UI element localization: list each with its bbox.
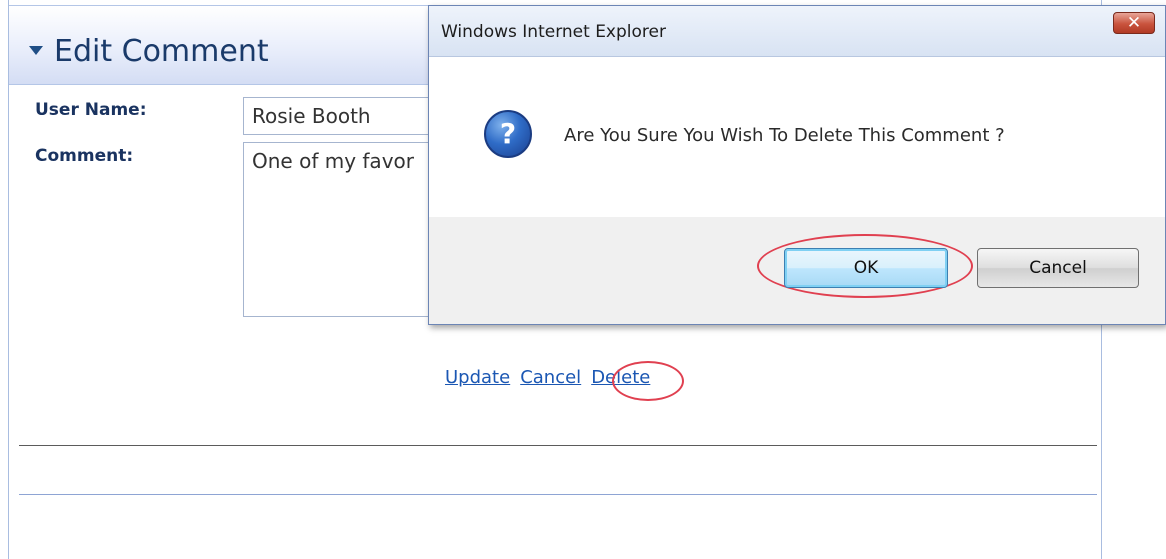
confirm-delete-dialog: Windows Internet Explorer ✕ ? Are You Su… [428, 5, 1166, 325]
delete-highlight-ring [612, 361, 684, 401]
cancel-link[interactable]: Cancel [520, 367, 581, 388]
question-icon: ? [484, 110, 532, 158]
cancel-button[interactable]: Cancel [977, 248, 1139, 288]
username-input[interactable]: Rosie Booth [243, 97, 443, 135]
collapse-caret-icon[interactable] [29, 46, 43, 55]
dialog-titlebar[interactable]: Windows Internet Explorer ✕ [429, 6, 1165, 57]
ok-button[interactable]: OK [784, 248, 948, 288]
divider-line [19, 445, 1097, 446]
dialog-body: ? Are You Sure You Wish To Delete This C… [429, 57, 1165, 217]
dialog-title: Windows Internet Explorer [441, 22, 666, 42]
comment-label: Comment: [35, 146, 134, 166]
dialog-message: Are You Sure You Wish To Delete This Com… [564, 125, 1005, 146]
comment-textarea[interactable]: One of my favor [243, 142, 443, 317]
username-label: User Name: [35, 100, 147, 120]
divider-line-blue [19, 494, 1097, 495]
update-link[interactable]: Update [445, 367, 510, 388]
close-icon[interactable]: ✕ [1113, 12, 1155, 34]
panel-title: Edit Comment [54, 34, 269, 69]
